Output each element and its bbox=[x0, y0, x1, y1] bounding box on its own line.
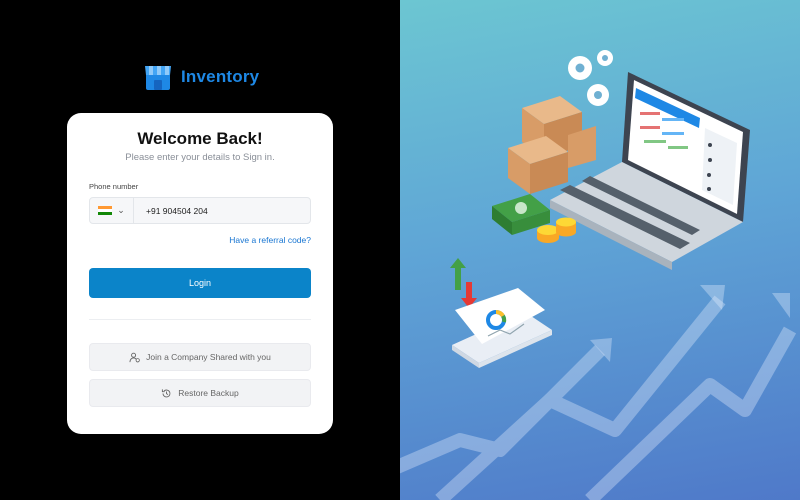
divider bbox=[89, 319, 311, 320]
login-panel: Inventory Welcome Back! Please enter you… bbox=[0, 0, 400, 500]
user-share-icon bbox=[129, 352, 140, 362]
inventory-illustration bbox=[400, 50, 797, 500]
trend-arrows-icon bbox=[450, 258, 477, 308]
illustration-panel bbox=[400, 0, 800, 500]
chevron-down-icon: ⌄ bbox=[117, 205, 125, 215]
boxes-graphic bbox=[508, 96, 596, 194]
join-company-button[interactable]: Join a Company Shared with you bbox=[89, 343, 311, 371]
login-card: Welcome Back! Please enter your details … bbox=[67, 113, 333, 434]
growth-arrows-graphic bbox=[400, 295, 797, 500]
phone-input[interactable] bbox=[134, 198, 310, 223]
referral-link[interactable]: Have a referral code? bbox=[229, 235, 311, 245]
phone-label: Phone number bbox=[89, 182, 139, 191]
login-button[interactable]: Login bbox=[89, 268, 311, 298]
brand: Inventory bbox=[143, 62, 259, 92]
page-subtitle: Please enter your details to Sign in. bbox=[125, 152, 275, 163]
phone-field: ⌄ bbox=[89, 197, 311, 224]
india-flag-icon bbox=[98, 205, 113, 216]
country-selector[interactable]: ⌄ bbox=[90, 198, 134, 223]
laptop-graphic bbox=[550, 72, 750, 270]
restore-backup-label: Restore Backup bbox=[178, 388, 239, 398]
brand-name: Inventory bbox=[181, 67, 260, 86]
page-title: Welcome Back! bbox=[137, 129, 263, 148]
store-icon bbox=[145, 66, 171, 90]
join-company-label: Join a Company Shared with you bbox=[146, 352, 271, 362]
history-icon bbox=[162, 388, 171, 397]
restore-backup-button[interactable]: Restore Backup bbox=[89, 379, 311, 407]
